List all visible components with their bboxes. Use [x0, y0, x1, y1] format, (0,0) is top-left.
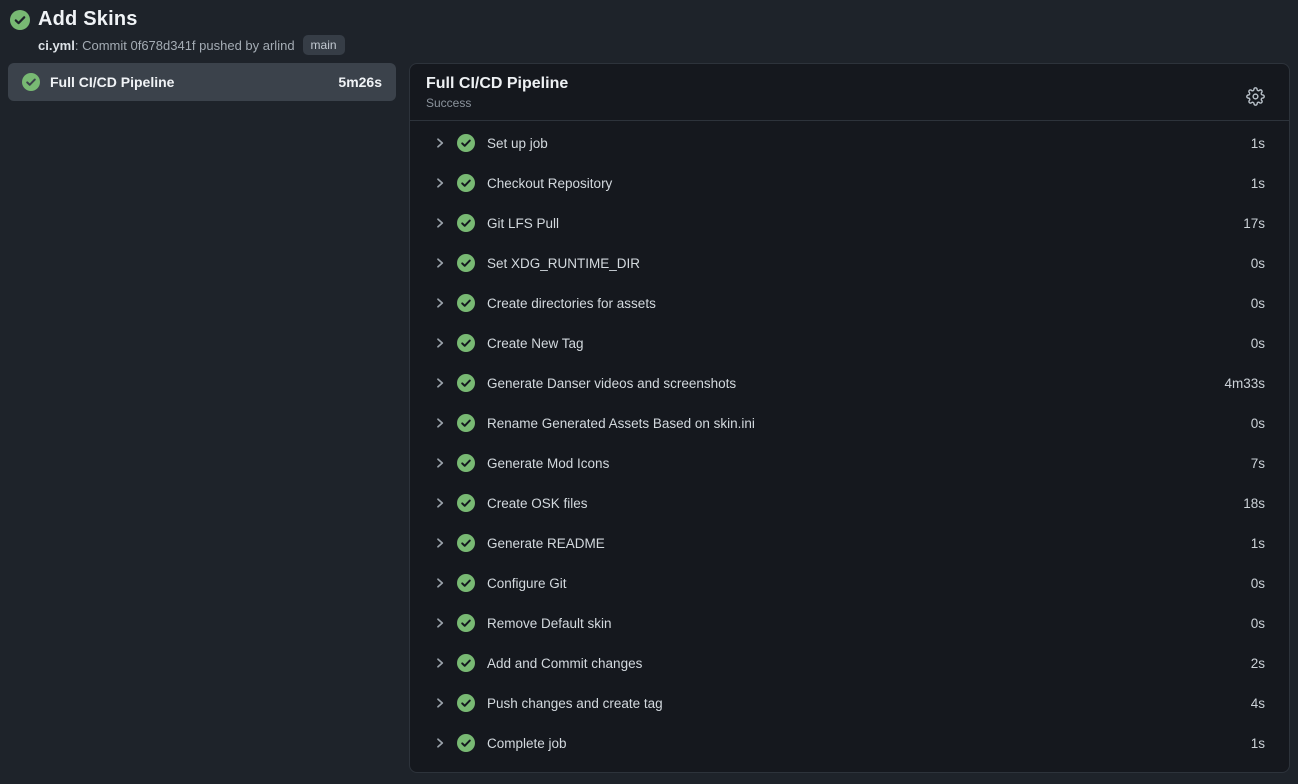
- chevron-right-icon[interactable]: [434, 137, 446, 149]
- step-row[interactable]: Git LFS Pull 17s: [410, 203, 1289, 243]
- step-success-check-circle-icon: [457, 454, 475, 472]
- step-name: Rename Generated Assets Based on skin.in…: [487, 416, 1251, 431]
- step-success-check-circle-icon: [457, 294, 475, 312]
- chevron-right-icon[interactable]: [434, 497, 446, 509]
- step-row[interactable]: Generate Danser videos and screenshots 4…: [410, 363, 1289, 403]
- run-title: Add Skins: [38, 8, 138, 31]
- step-duration: 0s: [1251, 616, 1265, 631]
- step-list: Set up job 1s Checkout Repository 1s: [410, 121, 1289, 772]
- chevron-right-icon[interactable]: [434, 737, 446, 749]
- step-name: Checkout Repository: [487, 176, 1251, 191]
- chevron-right-icon[interactable]: [434, 377, 446, 389]
- job-duration: 5m26s: [338, 74, 382, 90]
- chevron-right-icon[interactable]: [434, 417, 446, 429]
- gear-icon[interactable]: [1242, 83, 1269, 110]
- chevron-right-icon[interactable]: [434, 257, 446, 269]
- step-duration: 0s: [1251, 296, 1265, 311]
- step-duration: 2s: [1251, 656, 1265, 671]
- step-success-check-circle-icon: [457, 134, 475, 152]
- step-row[interactable]: Create New Tag 0s: [410, 323, 1289, 363]
- panel-job-status: Success: [426, 96, 1242, 110]
- step-name: Push changes and create tag: [487, 696, 1251, 711]
- job-success-check-circle-icon: [22, 73, 40, 91]
- step-row[interactable]: Remove Default skin 0s: [410, 603, 1289, 643]
- step-row[interactable]: Generate Mod Icons 7s: [410, 443, 1289, 483]
- step-success-check-circle-icon: [457, 374, 475, 392]
- chevron-right-icon[interactable]: [434, 577, 446, 589]
- step-success-check-circle-icon: [457, 254, 475, 272]
- step-name: Create New Tag: [487, 336, 1251, 351]
- job-log-panel: Full CI/CD Pipeline Success Set up job: [409, 63, 1290, 773]
- jobs-sidebar: Full CI/CD Pipeline 5m26s: [8, 63, 396, 101]
- step-name: Set up job: [487, 136, 1251, 151]
- step-row[interactable]: Rename Generated Assets Based on skin.in…: [410, 403, 1289, 443]
- step-name: Configure Git: [487, 576, 1251, 591]
- step-row[interactable]: Configure Git 0s: [410, 563, 1289, 603]
- step-row[interactable]: Set up job 1s: [410, 123, 1289, 163]
- step-success-check-circle-icon: [457, 614, 475, 632]
- workflow-file-name: ci.yml: [38, 38, 75, 53]
- run-header: Add Skins ci.yml: Commit 0f678d341f push…: [0, 0, 1298, 63]
- step-success-check-circle-icon: [457, 494, 475, 512]
- commit-text: : Commit 0f678d341f pushed by arlind: [75, 38, 295, 53]
- run-success-check-circle-icon: [10, 10, 30, 30]
- step-success-check-circle-icon: [457, 334, 475, 352]
- chevron-right-icon[interactable]: [434, 537, 446, 549]
- run-layout: Full CI/CD Pipeline 5m26s Full CI/CD Pip…: [0, 63, 1298, 773]
- chevron-right-icon[interactable]: [434, 217, 446, 229]
- chevron-right-icon[interactable]: [434, 697, 446, 709]
- step-name: Create OSK files: [487, 496, 1243, 511]
- step-success-check-circle-icon: [457, 174, 475, 192]
- step-row[interactable]: Checkout Repository 1s: [410, 163, 1289, 203]
- step-name: Complete job: [487, 736, 1251, 751]
- step-success-check-circle-icon: [457, 214, 475, 232]
- step-row[interactable]: Create OSK files 18s: [410, 483, 1289, 523]
- step-duration: 4s: [1251, 696, 1265, 711]
- step-duration: 18s: [1243, 496, 1265, 511]
- chevron-right-icon[interactable]: [434, 297, 446, 309]
- step-success-check-circle-icon: [457, 574, 475, 592]
- step-name: Remove Default skin: [487, 616, 1251, 631]
- step-row[interactable]: Add and Commit changes 2s: [410, 643, 1289, 683]
- step-name: Git LFS Pull: [487, 216, 1243, 231]
- step-row[interactable]: Set XDG_RUNTIME_DIR 0s: [410, 243, 1289, 283]
- branch-badge[interactable]: main: [303, 35, 345, 55]
- step-name: Generate README: [487, 536, 1251, 551]
- step-success-check-circle-icon: [457, 734, 475, 752]
- chevron-right-icon[interactable]: [434, 337, 446, 349]
- chevron-right-icon[interactable]: [434, 617, 446, 629]
- step-row[interactable]: Complete job 1s: [410, 723, 1289, 763]
- step-duration: 17s: [1243, 216, 1265, 231]
- step-row[interactable]: Generate README 1s: [410, 523, 1289, 563]
- step-name: Generate Danser videos and screenshots: [487, 376, 1224, 391]
- job-panel-header: Full CI/CD Pipeline Success: [410, 64, 1289, 121]
- step-duration: 1s: [1251, 536, 1265, 551]
- step-duration: 0s: [1251, 336, 1265, 351]
- step-success-check-circle-icon: [457, 654, 475, 672]
- step-duration: 1s: [1251, 136, 1265, 151]
- chevron-right-icon[interactable]: [434, 177, 446, 189]
- run-subtitle: ci.yml: Commit 0f678d341f pushed by arli…: [38, 35, 1282, 55]
- step-duration: 7s: [1251, 456, 1265, 471]
- step-duration: 0s: [1251, 576, 1265, 591]
- step-row[interactable]: Create directories for assets 0s: [410, 283, 1289, 323]
- step-success-check-circle-icon: [457, 694, 475, 712]
- step-name: Create directories for assets: [487, 296, 1251, 311]
- sidebar-job-full-ci-cd-pipeline[interactable]: Full CI/CD Pipeline 5m26s: [8, 63, 396, 101]
- step-name: Add and Commit changes: [487, 656, 1251, 671]
- step-success-check-circle-icon: [457, 414, 475, 432]
- step-duration: 0s: [1251, 416, 1265, 431]
- step-success-check-circle-icon: [457, 534, 475, 552]
- panel-job-title: Full CI/CD Pipeline: [426, 75, 1242, 93]
- chevron-right-icon[interactable]: [434, 457, 446, 469]
- step-name: Generate Mod Icons: [487, 456, 1251, 471]
- chevron-right-icon[interactable]: [434, 657, 446, 669]
- step-duration: 0s: [1251, 256, 1265, 271]
- step-duration: 1s: [1251, 176, 1265, 191]
- step-duration: 1s: [1251, 736, 1265, 751]
- job-name: Full CI/CD Pipeline: [50, 74, 328, 90]
- step-duration: 4m33s: [1224, 376, 1265, 391]
- step-name: Set XDG_RUNTIME_DIR: [487, 256, 1251, 271]
- step-row[interactable]: Push changes and create tag 4s: [410, 683, 1289, 723]
